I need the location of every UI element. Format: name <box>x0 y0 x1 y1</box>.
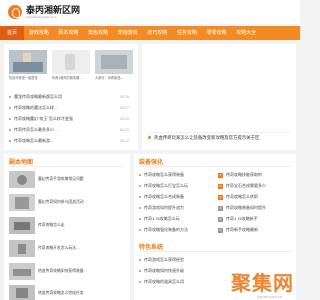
list-item[interactable]: 传奇攻略怎么获得装备 <box>139 170 214 180</box>
nav-item-7[interactable]: 任务攻略 <box>172 26 202 40</box>
nav-item-6[interactable]: 技巧攻略 <box>142 26 172 40</box>
list-item[interactable]: 传奇攻略怎么合成装备 <box>139 192 214 202</box>
list-item[interactable]: 热血传奇攻略如何获得装备… <box>38 266 128 276</box>
hot-story-icon <box>148 136 151 139</box>
left-thumb-1[interactable] <box>9 171 35 188</box>
left-thumb-5[interactable] <box>9 263 35 280</box>
nav-item-9[interactable]: 攻略大全 <box>231 26 261 40</box>
featured-thumb-1[interactable] <box>9 50 47 74</box>
list-item[interactable]: 魔幻传奇手游攻略常见问题 <box>38 174 128 184</box>
nav-item-2[interactable]: 游戏攻略 <box>24 26 54 40</box>
list-item[interactable]: 传奇攻略魔幻"攻玉"怎么样才变强 05-24 <box>9 114 133 124</box>
list-item[interactable]: 传奇攻略强化装备的方法 <box>139 225 214 235</box>
nav-item-4[interactable]: 角色攻略 <box>83 26 113 40</box>
left-thumb-2[interactable] <box>9 194 35 211</box>
left-thumb-3[interactable] <box>9 217 35 234</box>
list-item[interactable]: 6 传奇新手攻略最新 <box>218 225 292 235</box>
site-subtitle: www.tbxiangxinqu.com <box>26 14 57 19</box>
list-item[interactable]: 5 传奇1.76攻略新手 <box>218 214 292 224</box>
main-nav: 首页 游戏攻略 刷本攻略 角色攻略 宠物游戏 技巧攻略 任务攻略 零零攻略 攻略… <box>0 26 300 40</box>
nav-item-home[interactable]: 首页 <box>0 26 25 40</box>
watermark-subtitle: juji.ee.com.cn <box>257 294 282 299</box>
nav-item-8[interactable]: 零零攻略 <box>202 26 232 40</box>
featured-caption-3[interactable]: 大家好，传奇新品… <box>95 76 124 80</box>
list-item[interactable]: 传奇攻略怎么打宝怎么玩 <box>139 181 214 191</box>
section-left-title: 副本地图 <box>9 160 34 166</box>
list-item[interactable]: 传奇攻略怎么最新游… 05-22 <box>9 136 133 146</box>
section-mid-title: 装备强化 <box>139 160 164 166</box>
site-header: 泰丙湘新区网 www.tbxiangxinqu.com <box>0 0 300 24</box>
featured-thumb-3[interactable] <box>95 50 133 74</box>
hot-story-panel: 热血传奇玩家怎么让装备改变新攻略及官方提示关于区 <box>142 44 296 150</box>
watermark-logo: 聚集网 <box>231 271 294 295</box>
list-item[interactable]: 传奇游戏怎么获得经验 <box>139 255 289 265</box>
logo-icon <box>8 5 22 19</box>
list-item[interactable]: 魔龙传奇攻略最新版怎么用 05-29 <box>9 92 133 102</box>
left-thumb-4[interactable] <box>9 240 35 257</box>
featured-caption-2[interactable]: 传奇1番外的新攻略… <box>52 76 82 80</box>
list-item[interactable]: 传奇攻略的魔法怎么样… 05-27 <box>9 103 133 113</box>
site-name: 泰丙湘新区网 <box>26 4 81 15</box>
list-item[interactable]: 传奇攻略开发怎么玩法… <box>38 243 128 253</box>
list-item[interactable]: 3 传奇攻略怎么转职 <box>218 192 292 202</box>
list-item[interactable]: 魔幻传奇如何参与团战活动 <box>38 197 128 207</box>
list-item[interactable]: 传奇1.76攻略怎么玩 <box>139 214 214 224</box>
list-item[interactable]: 传奇游戏如何提升战力 <box>139 203 214 213</box>
nav-item-5[interactable]: 宠物游戏 <box>113 26 143 40</box>
featured-panel: 热血传奇是一级属性… 传奇1番外的新攻略… 大家好，传奇新品… 魔龙传奇攻略最新… <box>4 44 138 150</box>
list-item[interactable]: 传奇攻略怎么走 <box>38 220 128 230</box>
list-item[interactable]: 4 传奇攻略装备如何提升 <box>218 203 292 213</box>
site-logo[interactable]: 泰丙湘新区网 www.tbxiangxinqu.com <box>8 5 80 19</box>
hot-story-title[interactable]: 热血传奇玩家怎么让装备改变新攻略及官方提示关于区 <box>154 135 259 141</box>
list-item[interactable]: 传奇传奇怎么最多多少… 05-23 <box>9 125 133 135</box>
nav-item-3[interactable]: 刷本攻略 <box>54 26 84 40</box>
featured-caption-1[interactable]: 热血传奇是一级属性… <box>9 76 41 80</box>
featured-thumb-2[interactable] <box>52 50 90 74</box>
section-left: 副本地图 魔幻传奇手游攻略常见问题 魔幻传奇如何参与团战活动 传奇攻略怎么走 传… <box>4 154 130 300</box>
list-item[interactable]: 1 传奇攻略技能获取的 <box>218 170 292 180</box>
left-thumb-6[interactable] <box>9 285 35 300</box>
section-bottom-title: 特色系统 <box>139 245 164 251</box>
list-item[interactable]: 2 传奇宝石合成需要多少 <box>218 181 292 191</box>
list-item[interactable]: 热血传奇攻略怎么完成任务 <box>38 288 128 298</box>
